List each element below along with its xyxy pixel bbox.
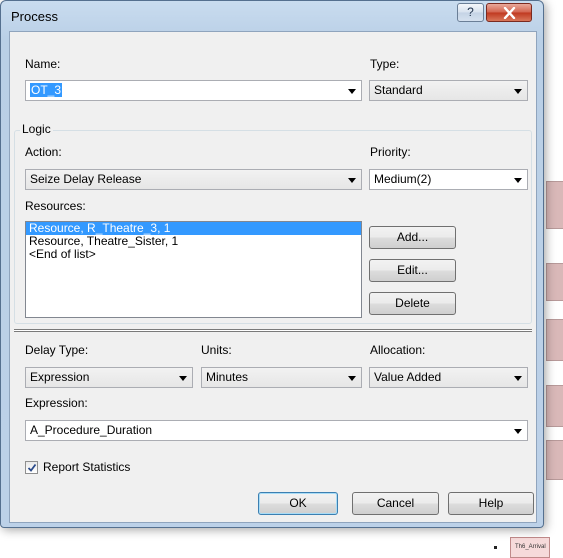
delete-button[interactable]: Delete — [369, 292, 456, 315]
chevron-down-icon[interactable] — [514, 376, 522, 381]
delay-type-select[interactable]: Expression — [25, 367, 193, 388]
chevron-down-icon[interactable] — [514, 89, 522, 94]
resources-listbox[interactable]: Resource, R_Theatre_3, 1 Resource, Theat… — [25, 221, 362, 318]
background-module-th6-arrival[interactable]: Th6_Arrival — [510, 537, 550, 558]
help-button[interactable]: Help — [448, 492, 534, 515]
dialog-title: Process — [11, 9, 58, 24]
allocation-value: Value Added — [374, 370, 442, 384]
type-value: Standard — [374, 83, 423, 97]
priority-combobox[interactable]: Medium(2) — [369, 169, 528, 190]
chevron-down-icon[interactable] — [514, 429, 522, 434]
background-shape — [546, 181, 563, 229]
title-bar[interactable]: Process ? — [1, 1, 543, 31]
priority-label: Priority: — [370, 145, 411, 159]
chevron-down-icon[interactable] — [179, 376, 187, 381]
allocation-select[interactable]: Value Added — [369, 367, 528, 388]
action-value: Seize Delay Release — [30, 172, 142, 186]
action-label: Action: — [25, 145, 62, 159]
expression-combobox[interactable]: A_Procedure_Duration — [25, 420, 528, 441]
cancel-button[interactable]: Cancel — [352, 492, 439, 515]
help-icon[interactable]: ? — [457, 3, 484, 22]
dialog-body: Name: OT_3 Type: Standard Logic Action: … — [9, 31, 537, 523]
close-icon[interactable] — [486, 3, 532, 22]
type-select[interactable]: Standard — [369, 80, 528, 101]
units-value: Minutes — [206, 370, 249, 384]
list-item[interactable]: <End of list> — [26, 248, 361, 261]
report-statistics-checkbox[interactable] — [25, 461, 38, 474]
expression-value: A_Procedure_Duration — [30, 423, 153, 437]
background-shape — [546, 440, 563, 480]
delay-type-value: Expression — [30, 370, 90, 384]
delay-type-label: Delay Type: — [25, 343, 89, 357]
chevron-down-icon[interactable] — [514, 178, 522, 183]
background-shape — [546, 263, 563, 301]
add-button[interactable]: Add... — [369, 226, 456, 249]
allocation-label: Allocation: — [370, 343, 426, 357]
background-shape — [546, 385, 563, 427]
units-label: Units: — [201, 343, 232, 357]
action-select[interactable]: Seize Delay Release — [25, 169, 362, 190]
name-label: Name: — [25, 57, 61, 71]
name-combobox[interactable]: OT_3 — [25, 80, 362, 101]
edit-button[interactable]: Edit... — [369, 259, 456, 282]
ok-button[interactable]: OK — [258, 492, 338, 515]
section-divider — [14, 329, 532, 332]
name-value: OT_3 — [30, 83, 63, 97]
logic-legend: Logic — [20, 122, 53, 136]
expression-label: Expression: — [25, 396, 88, 410]
report-statistics-label: Report Statistics — [43, 460, 131, 474]
resources-label: Resources: — [25, 199, 86, 213]
chevron-down-icon[interactable] — [348, 89, 356, 94]
process-dialog: Process ? Name: OT_3 Type: Standard Logi… — [0, 0, 544, 528]
type-label: Type: — [370, 57, 400, 71]
units-select[interactable]: Minutes — [201, 367, 362, 388]
background-shape — [546, 319, 563, 361]
priority-value: Medium(2) — [374, 172, 432, 186]
chevron-down-icon[interactable] — [348, 376, 356, 381]
chevron-down-icon[interactable] — [348, 178, 356, 183]
